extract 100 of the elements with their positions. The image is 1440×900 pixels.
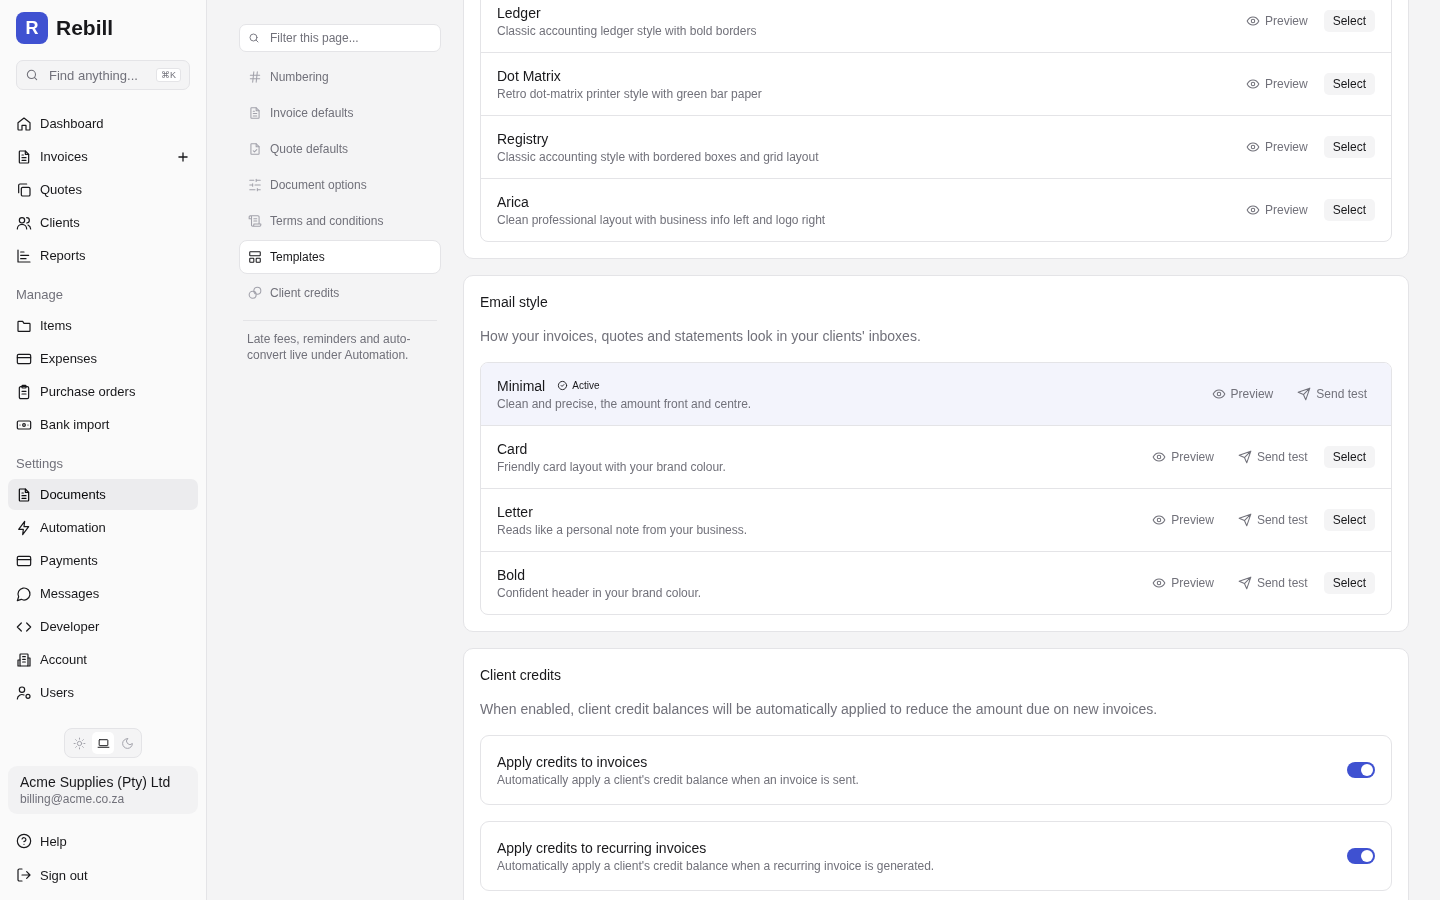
nav-item[interactable]: Clients	[8, 207, 198, 238]
nav-item[interactable]: Bank import	[8, 409, 198, 440]
filter-input[interactable]: Filter this page...	[268, 30, 432, 46]
select-button[interactable]: Select	[1323, 199, 1375, 221]
building-icon	[16, 651, 32, 668]
document-icon	[248, 106, 262, 120]
toggle-switch[interactable]	[1347, 848, 1375, 864]
toggle-switch[interactable]	[1347, 762, 1375, 778]
user-icon	[16, 684, 32, 701]
account-card[interactable]: Acme Supplies (Pty) Ltd billing@acme.co.za	[8, 766, 198, 814]
preview-button[interactable]: Preview	[1144, 572, 1222, 594]
select-button[interactable]: Select	[1323, 136, 1375, 158]
nav-item[interactable]: Quotes	[8, 174, 198, 205]
card-description: When enabled, client credit balances will be automatically applied to reduce the amount due on new invoices.	[480, 701, 1159, 717]
preview-button[interactable]: Preview	[1203, 383, 1282, 405]
eye-icon	[1245, 14, 1260, 28]
send-test-button[interactable]: Send test	[1229, 509, 1316, 531]
preview-button[interactable]: Preview	[1237, 136, 1316, 158]
section-title: Settings	[15, 455, 64, 473]
settings-nav-item[interactable]: Numbering	[239, 60, 441, 94]
eye-icon	[1152, 450, 1167, 464]
clipboard-icon	[16, 383, 32, 400]
nav-item[interactable]: Expenses	[8, 343, 198, 374]
send-test-button[interactable]: Send test	[1229, 446, 1316, 468]
nav-item[interactable]: Purchase orders	[8, 376, 198, 407]
select-button[interactable]: Select	[1323, 572, 1375, 594]
template-description: Classic accounting style with bordered boxes and grid layout	[497, 149, 820, 164]
section-title: Manage	[15, 286, 64, 304]
nav-item[interactable]: Messages	[8, 578, 198, 609]
template-description: Classic accounting ledger style with bold borders	[497, 23, 758, 38]
home-icon	[16, 115, 32, 132]
setting-description: Automatically apply a client's credit balance when a recurring invoice is generated.	[497, 858, 936, 873]
document-check-icon	[248, 142, 262, 156]
nav-item[interactable]: Documents	[8, 479, 198, 510]
send-test-button[interactable]: Send test	[1229, 572, 1316, 594]
preview-button[interactable]: Preview	[1237, 73, 1316, 95]
logo: R	[16, 12, 48, 44]
settings-nav-item[interactable]: Document options	[239, 168, 441, 202]
setting-title: Apply credits to recurring invoices	[497, 839, 708, 856]
style-description: Clean and precise, the amount front and centre.	[497, 396, 753, 411]
select-button[interactable]: Select	[1323, 509, 1375, 531]
settings-nav-item[interactable]: Templates	[239, 240, 441, 274]
settings-nav-item[interactable]: Invoice defaults	[239, 96, 441, 130]
nav-item[interactable]: Items	[8, 310, 198, 341]
nav-item[interactable]: Users	[8, 677, 198, 708]
nav-item[interactable]: Invoices	[8, 141, 198, 172]
send-icon	[1237, 576, 1252, 590]
style-description: Friendly card layout with your brand colour.	[497, 459, 727, 474]
nav-item[interactable]: Reports	[8, 240, 198, 271]
card-title: Email style	[480, 293, 549, 310]
send-icon	[1297, 387, 1312, 401]
send-icon	[1237, 450, 1252, 464]
moon-icon	[120, 736, 134, 750]
template-name: Ledger	[497, 4, 541, 21]
settings-nav-item[interactable]: Client credits	[239, 276, 441, 310]
preview-button[interactable]: Preview	[1144, 509, 1222, 531]
style-description: Confident header in your brand colour.	[497, 585, 703, 600]
style-name: Bold	[497, 566, 526, 583]
footer-link[interactable]: Help	[8, 824, 198, 858]
preview-button[interactable]: Preview	[1237, 199, 1316, 221]
nav-item[interactable]: Developer	[8, 611, 198, 642]
add-icon[interactable]	[176, 149, 190, 164]
template-description: Retro dot-matrix printer style with green bar paper	[497, 86, 763, 101]
select-button[interactable]: Select	[1323, 10, 1375, 32]
template-name: Dot Matrix	[497, 67, 561, 84]
nav-item[interactable]: Payments	[8, 545, 198, 576]
laptop-icon	[96, 736, 110, 750]
search-field[interactable]: Find anything... ⌘K	[16, 60, 190, 90]
select-button[interactable]: Select	[1323, 73, 1375, 95]
lightning-icon	[16, 519, 32, 536]
account-email: billing@acme.co.za	[20, 792, 126, 806]
system-mode-button[interactable]	[92, 732, 114, 754]
send-test-button[interactable]: Send test	[1289, 383, 1375, 405]
footer-link[interactable]: Sign out	[8, 858, 198, 892]
send-icon	[1237, 513, 1252, 527]
nav-item[interactable]: Dashboard	[8, 108, 198, 139]
coins-icon	[248, 286, 262, 300]
select-button[interactable]: Select	[1323, 446, 1375, 468]
document-icon	[16, 486, 32, 503]
card-description: How your invoices, quotes and statements look in your clients' inboxes.	[480, 328, 922, 344]
eye-icon	[1211, 387, 1226, 401]
preview-button[interactable]: Preview	[1144, 446, 1222, 468]
style-name: Card	[497, 440, 528, 457]
nav-item[interactable]: Automation	[8, 512, 198, 543]
search-icon	[25, 68, 39, 82]
filter-field[interactable]: Filter this page...	[239, 24, 441, 52]
template-name: Registry	[497, 130, 549, 147]
sun-icon	[72, 736, 86, 750]
settings-nav-item[interactable]: Terms and conditions	[239, 204, 441, 238]
setting-description: Automatically apply a client's credit balance when an invoice is sent.	[497, 772, 860, 787]
help-icon	[16, 833, 32, 849]
preview-button[interactable]: Preview	[1237, 10, 1316, 32]
search-icon	[248, 32, 260, 44]
eye-icon	[1152, 576, 1167, 590]
search-input[interactable]: Find anything...	[47, 66, 148, 84]
hint-text: Late fees, reminders and auto-convert live under Automation.	[243, 320, 437, 363]
nav-item[interactable]: Account	[8, 644, 198, 675]
settings-nav-item[interactable]: Quote defaults	[239, 132, 441, 166]
setting-title: Apply credits to invoices	[497, 753, 649, 770]
copy-icon	[16, 181, 32, 198]
